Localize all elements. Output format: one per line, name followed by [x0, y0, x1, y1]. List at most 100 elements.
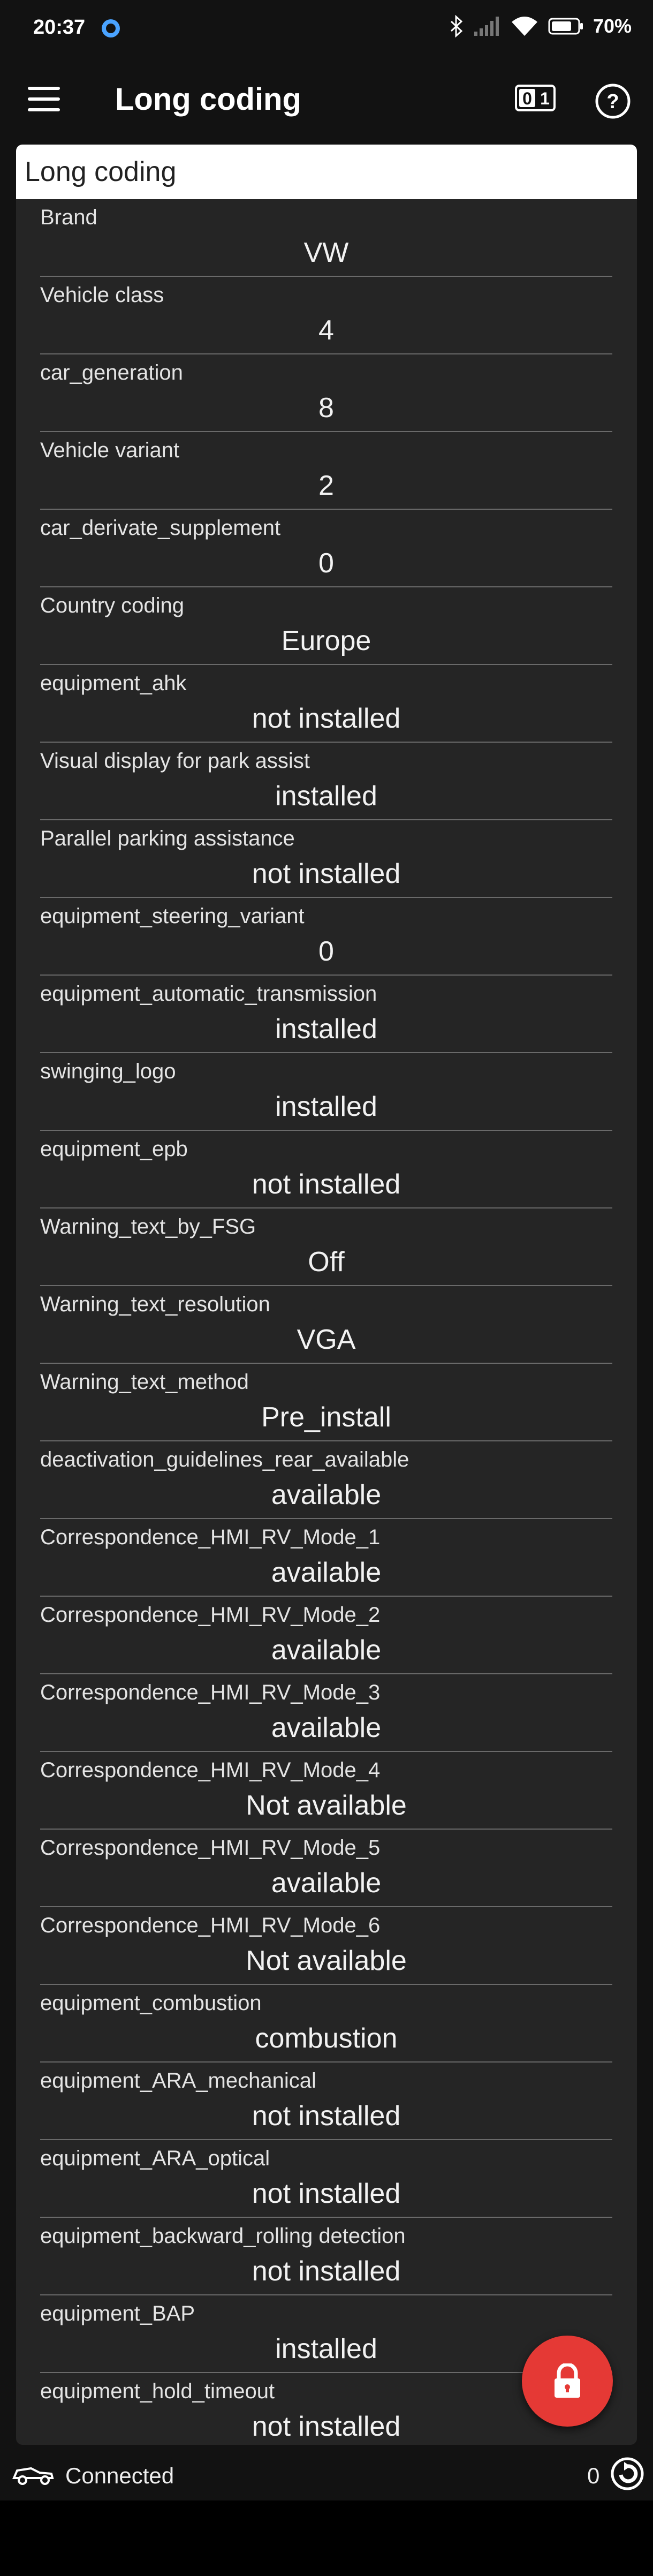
coding-item-value[interactable]: installed — [40, 780, 612, 812]
coding-item-label: Vehicle variant — [40, 439, 180, 462]
coding-item-value[interactable]: not installed — [40, 2100, 612, 2132]
status-time: 20:37 — [33, 16, 86, 39]
coding-item-value[interactable]: Not available — [40, 1789, 612, 1822]
coding-item[interactable]: equipment_ARA_opticalnot installed — [40, 2140, 612, 2218]
coding-item-value[interactable]: 0 — [40, 935, 612, 968]
coding-item-label: Parallel parking assistance — [40, 827, 295, 850]
system-nav-bar — [0, 2501, 653, 2576]
coding-item-value[interactable]: 0 — [40, 547, 612, 579]
coding-item-label: equipment_ARA_mechanical — [40, 2069, 316, 2092]
coding-item-value[interactable]: not installed — [40, 2255, 612, 2287]
coding-item[interactable]: Country coding Europe — [40, 587, 612, 665]
coding-item[interactable]: Correspondence_HMI_RV_Mode_6 Not availabl… — [40, 1907, 612, 1985]
coding-item-value[interactable]: not installed — [40, 858, 612, 890]
coding-item[interactable]: Vehicle class 4 — [40, 277, 612, 354]
coding-item-value[interactable]: available — [40, 1557, 612, 1589]
coding-item[interactable]: equipment_ahknot installed — [40, 665, 612, 743]
coding-item-value[interactable]: available — [40, 1712, 612, 1744]
coding-item-label: car_generation — [40, 361, 183, 384]
coding-item-value[interactable]: not installed — [40, 1168, 612, 1200]
coding-item-label: Correspondence_HMI_RV_Mode_6 — [40, 1914, 381, 1937]
coding-item-label: Correspondence_HMI_RV_Mode_2 — [40, 1603, 381, 1627]
coding-item-label: Vehicle class — [40, 283, 164, 307]
coding-item[interactable]: Warning_text_resolution VGA — [40, 1286, 612, 1364]
coding-item-value[interactable]: 4 — [40, 314, 612, 346]
coding-item-value[interactable]: not installed — [40, 2178, 612, 2210]
coding-item[interactable]: Vehicle variant 2 — [40, 432, 612, 510]
coding-item[interactable]: Correspondence_HMI_RV_Mode_2 available — [40, 1597, 612, 1674]
coding-item[interactable]: car_generation 8 — [40, 354, 612, 432]
coding-item[interactable]: equipment_automatic_transmission installe… — [40, 976, 612, 1053]
coding-item[interactable]: equipment_combustion combustion — [40, 1985, 612, 2063]
coding-item[interactable]: Correspondence_HMI_RV_Mode_4 Not availabl… — [40, 1752, 612, 1830]
svg-text:1: 1 — [540, 89, 550, 108]
coding-item-value[interactable]: Europe — [40, 625, 612, 657]
coding-item-value[interactable]: VW — [40, 237, 612, 269]
coding-item-value[interactable]: combustion — [40, 2022, 612, 2054]
coding-item-value[interactable]: available — [40, 1634, 612, 1666]
coding-item-label: Correspondence_HMI_RV_Mode_3 — [40, 1681, 381, 1704]
car-icon — [12, 2467, 54, 2485]
coding-item[interactable]: swinging_logo installed — [40, 1053, 612, 1131]
coding-item-label: equipment_combustion — [40, 1991, 262, 2015]
svg-text:0: 0 — [522, 89, 532, 108]
coding-item-value[interactable]: installed — [40, 1091, 612, 1123]
connection-bar: Connected 0 — [0, 2447, 653, 2501]
coding-item-label: equipment_hold_timeout — [40, 2379, 275, 2403]
coding-item-label: Correspondence_HMI_RV_Mode_4 — [40, 1758, 381, 1782]
card-header: Long coding — [16, 145, 637, 199]
connection-status: Connected — [65, 2463, 174, 2488]
coding-item-label: Correspondence_HMI_RV_Mode_5 — [40, 1836, 381, 1860]
coding-item[interactable]: Warning_text_method Pre_install — [40, 1364, 612, 1441]
coding-item-value[interactable]: available — [40, 1867, 612, 1899]
status-bar: 20:37 70% — [0, 0, 653, 59]
coding-item-label: Brand — [40, 206, 97, 229]
coding-list[interactable]: Brand VW Vehicle class 4 car_generation 8 Vehi… — [16, 199, 637, 2445]
coding-item[interactable]: deactivation_guidelines_rear_available av… — [40, 1441, 612, 1519]
coding-item-value[interactable]: 2 — [40, 470, 612, 502]
coding-item-value[interactable]: 8 — [40, 392, 612, 424]
refresh-icon[interactable] — [610, 2457, 644, 2491]
coding-item-value[interactable]: not installed — [40, 702, 612, 735]
coding-item[interactable]: equipment_ARA_mechanicalnot installed — [40, 2063, 612, 2140]
coding-item-value[interactable]: installed — [40, 1013, 612, 1045]
coding-item[interactable]: Visual display for park assist installed — [40, 743, 612, 820]
coding-item-value[interactable]: VGA — [40, 1324, 612, 1356]
coding-item-value[interactable]: not installed — [40, 2411, 612, 2443]
coding-item[interactable]: Correspondence_HMI_RV_Mode_3 available — [40, 1674, 612, 1752]
signal-icon — [474, 17, 499, 36]
coding-item-label: Warning_text_method — [40, 1370, 249, 1394]
coding-item-label: equipment_ahk — [40, 671, 187, 695]
svg-text:?: ? — [606, 90, 619, 113]
error-count: 0 — [587, 2463, 600, 2488]
coding-item[interactable]: Brand VW — [40, 199, 612, 277]
battery-icon — [548, 18, 583, 35]
coding-item-value[interactable]: available — [40, 1479, 612, 1511]
lock-icon — [555, 2363, 580, 2398]
coding-item-label: swinging_logo — [40, 1060, 176, 1083]
lock-button[interactable] — [522, 2336, 613, 2427]
coding-item-label: equipment_ARA_optical — [40, 2147, 270, 2170]
coding-item[interactable]: Warning_text_by_FSG Off — [40, 1208, 612, 1286]
coding-item-value[interactable]: Not available — [40, 1945, 612, 1977]
coding-item-label: Warning_text_resolution — [40, 1293, 270, 1316]
coding-item[interactable]: Parallel parking assistance not installed — [40, 820, 612, 898]
coding-item[interactable]: equipment_epb not installed — [40, 1131, 612, 1208]
coding-item[interactable]: equipment_backward_rolling detection not … — [40, 2218, 612, 2295]
obd-toggle-icon[interactable]: 0 1 — [515, 85, 556, 111]
long-coding-card: Long coding Brand VW Vehicle class 4 car_gen… — [16, 145, 637, 2445]
coding-item-label: equipment_steering_variant — [40, 904, 305, 928]
help-icon[interactable]: ? — [594, 82, 632, 120]
coding-item[interactable]: Correspondence_HMI_RV_Mode_5 available — [40, 1830, 612, 1907]
hamburger-menu-icon[interactable] — [28, 87, 60, 111]
status-icons: 70% — [450, 15, 632, 37]
coding-item-value[interactable]: Pre_install — [40, 1401, 612, 1433]
coding-item-label: Country coding — [40, 594, 185, 617]
coding-item-value[interactable]: Off — [40, 1246, 612, 1278]
coding-item-label: equipment_automatic_transmission — [40, 982, 377, 1006]
page-title: Long coding — [115, 82, 301, 117]
app-notification-icon — [102, 19, 120, 37]
coding-item[interactable]: car_derivate_supplement 0 — [40, 510, 612, 587]
coding-item[interactable]: equipment_steering_variant 0 — [40, 898, 612, 976]
coding-item[interactable]: Correspondence_HMI_RV_Mode_1 available — [40, 1519, 612, 1597]
